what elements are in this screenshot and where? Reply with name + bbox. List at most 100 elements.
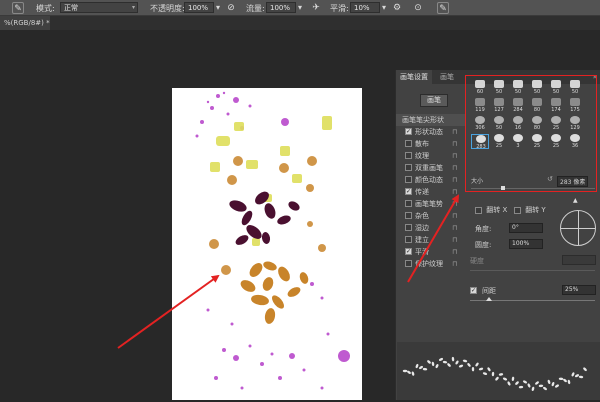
checkbox[interactable] [405, 140, 412, 147]
sidebar-item-brush-pose[interactable]: 画笔笔势 ⊓ [396, 198, 466, 210]
spacing-checkbox[interactable]: ✓ [470, 287, 477, 294]
sidebar-item-noise[interactable]: 杂色 ⊓ [396, 210, 466, 222]
sidebar-item-smoothing[interactable]: ✓ 平滑 ⊓ [396, 246, 466, 258]
preview-leaf [498, 373, 504, 376]
checkbox[interactable] [405, 164, 412, 171]
brush-presets-button[interactable]: 画笔 [420, 94, 448, 107]
sidebar-item-label: 双重画笔 [415, 164, 443, 172]
lock-icon[interactable]: ⊓ [452, 150, 457, 162]
checkbox[interactable] [405, 200, 412, 207]
sidebar-item-dual-brush[interactable]: 双重画笔 ⊓ [396, 162, 466, 174]
preview-leaf [538, 384, 544, 388]
pressure-opacity-icon[interactable]: ⊘ [225, 2, 237, 14]
checkbox[interactable] [405, 224, 412, 231]
spacing-slider[interactable] [470, 297, 595, 301]
preview-leaf [495, 376, 499, 381]
mode-select[interactable]: 正常 ▾ [60, 2, 138, 13]
dial-handle-icon[interactable]: ▲ [573, 197, 578, 204]
lock-icon[interactable]: ⊓ [452, 174, 457, 186]
checkbox[interactable] [405, 212, 412, 219]
sidebar-item-label: 散布 [415, 140, 429, 148]
opacity-value: 100% [188, 4, 209, 12]
sidebar-item-shape-dynamics[interactable]: ✓ 形状动态 ⊓ [396, 126, 466, 138]
preview-leaf [563, 378, 567, 383]
checkbox[interactable] [405, 152, 412, 159]
document-tab-title: %(RGB/8#) * [4, 19, 50, 27]
lock-icon[interactable]: ⊓ [452, 126, 457, 138]
sidebar-item-protect-texture[interactable]: 保护纹理 ⊓ [396, 258, 466, 270]
lock-icon[interactable]: ⊓ [452, 198, 457, 210]
lock-icon[interactable]: ⊓ [452, 246, 457, 258]
lock-icon[interactable]: ⊓ [452, 222, 457, 234]
sidebar-item-transfer[interactable]: ✓ 传递 ⊓ [396, 186, 466, 198]
pressure-size-icon[interactable]: ⊙ [412, 2, 424, 14]
preview-leaf [475, 362, 479, 367]
lock-icon[interactable]: ⊓ [452, 138, 457, 150]
smoothing-label: 平滑: [330, 4, 349, 13]
flow-dropdown-icon[interactable]: ▾ [298, 3, 302, 12]
sidebar-item-color-dynamics[interactable]: 颜色动态 ⊓ [396, 174, 466, 186]
sidebar-item-label: 纹理 [415, 152, 429, 160]
preview-leaf [455, 360, 459, 365]
sidebar-item-scattering[interactable]: 散布 ⊓ [396, 138, 466, 150]
preview-leaf [451, 356, 455, 362]
preview-leaf [415, 363, 419, 369]
angle-roundness-dial[interactable] [560, 210, 596, 246]
sidebar-item-build-up[interactable]: 建立 ⊓ [396, 234, 466, 246]
spacing-input[interactable]: 25% [562, 285, 596, 295]
flow-value: 100% [270, 4, 291, 12]
opacity-field[interactable]: 100% [184, 2, 214, 13]
document-canvas[interactable] [172, 88, 362, 400]
preview-leaf [419, 365, 423, 370]
hardness-slider [470, 270, 595, 271]
preview-leaf [578, 375, 584, 379]
lock-icon[interactable]: ⊓ [452, 234, 457, 246]
lock-icon[interactable]: ⊓ [452, 210, 457, 222]
flip-y-checkbox[interactable] [513, 206, 521, 214]
preview-leaf [431, 361, 435, 367]
brush-tool-icon[interactable]: ✎ [12, 2, 24, 14]
tab-brush-settings[interactable]: 画笔设置 [396, 70, 432, 84]
sidebar-item-brush-tip-shape[interactable]: 画笔笔尖形状 [396, 114, 466, 126]
lock-icon[interactable]: ⊓ [452, 258, 457, 270]
hardness-label: 硬度 [470, 257, 484, 265]
mode-label: 模式: [36, 4, 55, 13]
preview-leaf [518, 385, 524, 389]
checkbox[interactable]: ✓ [405, 248, 412, 255]
checkbox[interactable]: ✓ [405, 188, 412, 195]
preview-leaf [527, 383, 531, 388]
airbrush-icon[interactable]: ✈ [310, 2, 322, 14]
preview-leaf [511, 376, 515, 382]
gear-icon[interactable]: ⚙ [391, 2, 403, 14]
checkbox[interactable]: ✓ [405, 128, 412, 135]
flip-x-checkbox[interactable] [475, 206, 482, 214]
sidebar-item-texture[interactable]: 纹理 ⊓ [396, 150, 466, 162]
lock-icon[interactable]: ⊓ [452, 186, 457, 198]
checkbox[interactable] [405, 176, 412, 183]
checkbox[interactable] [405, 260, 412, 267]
checkbox[interactable] [405, 236, 412, 243]
smoothing-field[interactable]: 10% [350, 2, 380, 13]
sidebar-item-label: 画笔笔尖形状 [402, 116, 444, 124]
sidebar-item-label: 颜色动态 [415, 176, 443, 184]
roundness-input[interactable]: 100% [509, 239, 543, 249]
preview-leaf [555, 384, 559, 388]
preview-leaf [471, 366, 475, 372]
smoothing-dropdown-icon[interactable]: ▾ [382, 3, 386, 12]
preview-leaf [507, 381, 511, 386]
document-tab[interactable]: %(RGB/8#) * × [0, 16, 50, 30]
sidebar-item-label: 形状动态 [415, 128, 443, 136]
options-bar: ✎ 模式: 正常 ▾ 不透明度: 100% ▾ ⊘ 流量: 100% ▾ ✈ 平… [0, 0, 600, 16]
sidebar-item-wet-edges[interactable]: 湿边 ⊓ [396, 222, 466, 234]
lock-icon[interactable]: ⊓ [452, 162, 457, 174]
preview-leaf [422, 367, 428, 371]
spacing-label: 间距 [482, 287, 496, 295]
tab-brushes[interactable]: 画笔 [436, 70, 458, 84]
opacity-dropdown-icon[interactable]: ▾ [216, 3, 220, 12]
brush-stroke-preview [397, 342, 600, 400]
flow-field[interactable]: 100% [266, 2, 296, 13]
angle-input[interactable]: 0° [509, 223, 543, 233]
preview-leaf [547, 379, 551, 385]
spacing-slider-handle[interactable] [486, 297, 492, 301]
symmetry-icon[interactable]: ✎ [437, 2, 449, 14]
